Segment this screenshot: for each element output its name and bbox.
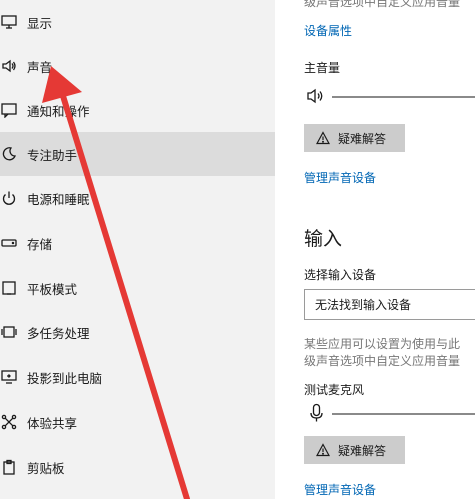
sidebar-item-focus-assist[interactable]: 专注助手: [0, 132, 275, 176]
manage-sound-devices-link[interactable]: 管理声音设备: [304, 169, 376, 186]
display-icon: [0, 13, 18, 31]
project-icon: [0, 368, 18, 386]
sidebar-item-label: 通知和操作: [27, 103, 90, 119]
input-device-dropdown[interactable]: 无法找到输入设备: [304, 289, 475, 320]
sidebar-item-project[interactable]: 投影到此电脑: [0, 355, 275, 399]
sidebar-item-label: 专注助手: [27, 147, 78, 163]
sidebar-item-label: 显示: [27, 15, 53, 31]
troubleshoot-label: 疑难解答: [338, 443, 387, 458]
sidebar-item-label: 电源和睡眠: [27, 191, 90, 207]
sidebar-item-notifications[interactable]: 通知和操作: [0, 88, 275, 132]
input-device-value: 无法找到输入设备: [315, 298, 412, 312]
input-info-line2: 级声音选项中自定义应用音量: [304, 354, 461, 368]
sidebar-item-label: 多任务处理: [27, 325, 90, 341]
select-input-device-label: 选择输入设备: [304, 268, 377, 282]
warning-icon: [315, 443, 331, 457]
troubleshoot-label: 疑难解答: [338, 131, 387, 146]
multitask-icon: [0, 323, 18, 341]
notification-icon: [0, 101, 18, 119]
moon-icon: [0, 145, 18, 163]
sidebar-item-shared-experiences[interactable]: 体验共享: [0, 400, 275, 444]
master-volume-slider[interactable]: [332, 96, 475, 98]
sidebar-item-power[interactable]: 电源和睡眠: [0, 176, 275, 220]
sidebar-item-display[interactable]: 显示: [0, 0, 275, 44]
test-microphone-label: 测试麦克风: [304, 383, 365, 397]
input-section-heading: 输入: [304, 228, 343, 250]
sidebar-item-label: 声音: [27, 59, 53, 75]
output-troubleshoot-button[interactable]: 疑难解答: [304, 124, 405, 152]
sidebar-item-multitasking[interactable]: 多任务处理: [0, 310, 275, 354]
settings-sidebar: 显示 声音 通知和操作 专注助手 电源和睡眠 存储 平板模式 多任务处理 投影到…: [0, 0, 275, 499]
speaker-icon: [0, 57, 18, 75]
power-icon: [0, 189, 18, 207]
sound-settings-content: 级声音选项中自定义应用音量 设备属性 主音量 疑难解答 管理声音设备 输入 选择…: [275, 0, 475, 499]
sidebar-item-label: 平板模式: [27, 281, 78, 297]
clipboard-icon: [0, 458, 18, 476]
sidebar-item-label: 投影到此电脑: [27, 370, 103, 386]
sidebar-item-label: 体验共享: [27, 415, 78, 431]
master-volume-label: 主音量: [304, 61, 341, 75]
volume-icon[interactable]: [306, 86, 328, 106]
sidebar-item-label: 存储: [27, 236, 53, 252]
sidebar-item-sound[interactable]: 声音: [0, 44, 275, 88]
manage-sound-devices-link-input[interactable]: 管理声音设备: [304, 481, 376, 498]
microphone-level-bar: [332, 413, 475, 415]
tablet-icon: [0, 279, 18, 297]
warning-icon: [315, 131, 331, 145]
input-info-line1: 某些应用可以设置为使用与此: [304, 337, 461, 351]
storage-icon: [0, 234, 18, 252]
share-icon: [0, 413, 18, 431]
sidebar-item-label: 剪贴板: [27, 460, 65, 476]
input-troubleshoot-button[interactable]: 疑难解答: [304, 436, 405, 464]
device-properties-link[interactable]: 设备属性: [304, 22, 352, 39]
sidebar-item-tablet-mode[interactable]: 平板模式: [0, 266, 275, 310]
microphone-icon: [306, 403, 328, 423]
sidebar-item-storage[interactable]: 存储: [0, 221, 275, 265]
sidebar-item-clipboard[interactable]: 剪贴板: [0, 445, 275, 489]
output-info-text: 级声音选项中自定义应用音量: [304, 0, 461, 9]
